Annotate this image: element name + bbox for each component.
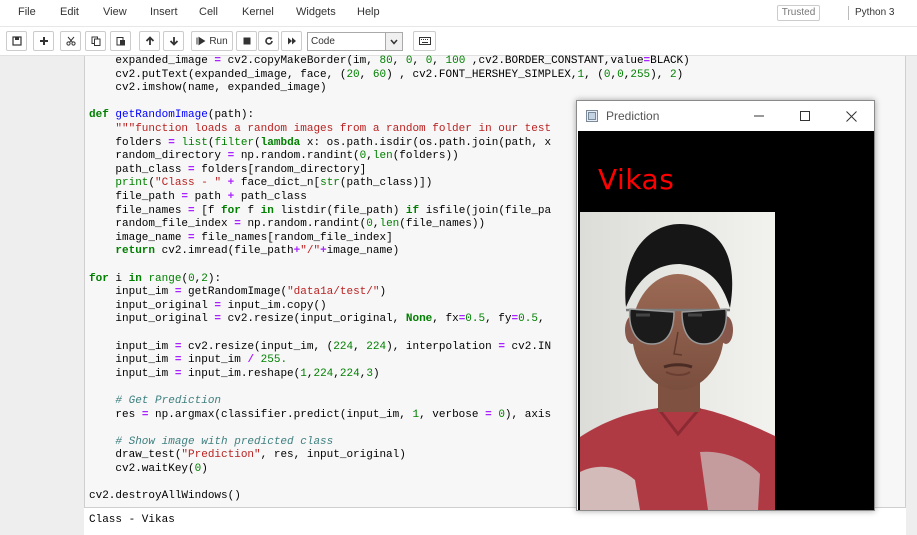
close-icon [845, 110, 857, 122]
arrow-up-icon [145, 36, 154, 45]
save-icon [11, 36, 22, 46]
code-line: random_file_index = np.random.randint(0,… [89, 218, 486, 231]
code-line: draw_test("Prediction", res, input_origi… [89, 449, 406, 462]
menubar: File Edit View Insert Cell Kernel Widget… [0, 0, 917, 27]
chevron-down-icon [385, 33, 402, 50]
paste-icon [116, 37, 125, 46]
code-line: folders = list(filter(lambda x: os.path.… [89, 136, 552, 149]
paste-button[interactable] [110, 31, 131, 51]
code-line: # Get Prediction [115, 395, 222, 407]
code-line: path_class = folders[random_directory] [89, 163, 367, 176]
menu-edit[interactable]: Edit [60, 6, 79, 18]
close-button[interactable] [841, 107, 861, 125]
kernel-separator [848, 6, 849, 20]
save-button[interactable] [6, 31, 27, 51]
code-line: input_im = cv2.resize(input_im, (224, 22… [89, 340, 552, 353]
window-title: Prediction [606, 109, 660, 123]
code-line: file_path = path + path_class [89, 191, 307, 203]
restart-button[interactable] [258, 31, 279, 51]
cell-type-select[interactable]: Code [307, 32, 403, 51]
predicted-class-label: Vikas [598, 163, 675, 196]
code-line: input_im = getRandomImage("data1a/test/"… [89, 286, 387, 299]
code-line: cv2.waitKey(0) [89, 463, 208, 475]
code-line: expanded_image = cv2.copyMakeBorder(im, … [89, 55, 690, 67]
arrow-down-icon [169, 37, 178, 46]
code-line: res = np.argmax(classifier.predict(input… [89, 408, 552, 421]
cut-button[interactable] [60, 31, 81, 51]
code-line: input_im = input_im / 255. [89, 354, 288, 367]
move-up-button[interactable] [139, 31, 160, 51]
code-line: """function loads a random images from a… [115, 123, 552, 135]
run-label: Run [209, 35, 228, 47]
code-line: input_original = input_im.copy() [89, 299, 327, 312]
kernel-indicator: Python 3 [855, 7, 895, 18]
restart-icon [264, 36, 273, 45]
window-titlebar[interactable]: Prediction [577, 101, 874, 131]
cell-output: Class - Vikas [89, 514, 175, 526]
interrupt-button[interactable] [236, 31, 257, 51]
cell-type-value: Code [311, 36, 335, 47]
run-button[interactable]: Run [191, 31, 233, 51]
code-line: cv2.putText(expanded_image, face, (20, 6… [89, 68, 684, 81]
maximize-button[interactable] [795, 107, 815, 125]
prediction-image-canvas: Vikas [578, 131, 874, 510]
window-app-icon [586, 110, 598, 122]
menu-widgets[interactable]: Widgets [296, 6, 336, 18]
menu-insert[interactable]: Insert [150, 6, 178, 18]
code-line: input_original = cv2.resize(input_origin… [89, 313, 545, 326]
prediction-window[interactable]: Prediction Vikas [576, 100, 875, 511]
menu-kernel[interactable]: Kernel [242, 6, 274, 18]
stop-icon [243, 37, 250, 45]
code-line: image_name = file_names[random_file_inde… [89, 231, 393, 244]
code-line: return cv2.imread(file_path+"/"+image_na… [115, 245, 400, 258]
code-line: cv2.destroyAllWindows() [89, 490, 241, 503]
menu-help[interactable]: Help [357, 6, 380, 18]
restart-run-all-button[interactable] [281, 31, 302, 51]
plus-icon [39, 37, 48, 45]
code-line: file_names = [f for f in listdir(file_pa… [89, 204, 552, 217]
code-line: print("Class - " + face_dict_n[str(path_… [115, 177, 433, 190]
code-line: def getRandomImage(path): [89, 109, 255, 122]
move-down-button[interactable] [163, 31, 184, 51]
code-line: cv2.imshow(name, expanded_image) [89, 82, 327, 95]
code-line: for i in range(0,2): [89, 272, 222, 285]
toolbar [0, 27, 917, 56]
minimize-icon [754, 115, 764, 117]
maximize-icon [800, 111, 810, 121]
menu-cell[interactable]: Cell [199, 6, 218, 18]
run-icon [196, 36, 206, 46]
copy-icon [91, 36, 100, 46]
command-palette-button[interactable] [413, 31, 436, 51]
menu-view[interactable]: View [103, 6, 127, 18]
copy-button[interactable] [85, 31, 106, 51]
face-photo [580, 212, 775, 510]
code-line: input_im = input_im.reshape(1,224,224,3) [89, 367, 380, 380]
notebook-margin [906, 56, 917, 535]
code-line: random_directory = np.random.randint(0,l… [89, 150, 459, 163]
add-cell-button[interactable] [33, 31, 54, 51]
menu-file[interactable]: File [18, 6, 36, 18]
minimize-button[interactable] [749, 107, 769, 125]
fast-forward-icon [287, 37, 296, 45]
keyboard-icon [418, 37, 431, 45]
cut-icon [65, 36, 76, 46]
code-line: # Show image with predicted class [115, 435, 334, 448]
trusted-badge[interactable]: Trusted [777, 5, 820, 21]
